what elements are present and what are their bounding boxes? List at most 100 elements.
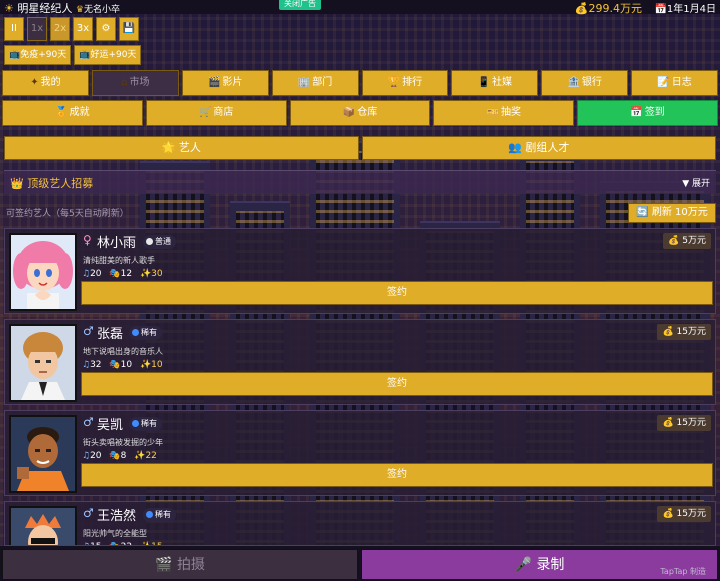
avatar (9, 324, 77, 402)
rarity-dot (146, 511, 153, 518)
nav-checkin[interactable]: 📅 签到 (577, 100, 718, 126)
speed-2x-button[interactable]: 2x (50, 17, 70, 41)
acting-icon: 🎭 (109, 269, 121, 279)
section-title: 👑 顶级艺人招募 (10, 177, 94, 190)
recruit-section-header[interactable]: 👑 顶级艺人招募 ▼ 展开 (4, 170, 716, 194)
tab-artists[interactable]: 🌟 艺人 (4, 136, 359, 160)
building-icon: 🏢 (297, 77, 311, 88)
nav-films[interactable]: 🎬 影片 (181, 70, 269, 96)
artist-portrait-icon (17, 427, 69, 491)
charm-icon: ✨ (139, 360, 152, 370)
crown-icon: 👑 (10, 177, 24, 190)
settings-gear-icon[interactable]: ⚙ (96, 17, 116, 41)
pause-button[interactable]: II (4, 17, 24, 41)
artist-card: ♂ 吴凯 稀有 💰 15万元 街头卖唱被发掘的少年 ♫20 🎭8 ✨22 签约 (4, 410, 716, 496)
bottom-action-bar: 🎬 拍摄 🎤 录制 TapTap 制造 (0, 546, 720, 581)
nav-warehouse[interactable]: 📦 仓库 (289, 100, 431, 126)
nav-log[interactable]: 📝 日志 (631, 70, 718, 96)
speed-1x-button[interactable]: 1x (27, 17, 47, 41)
title-text: 明星经纪人 (17, 2, 73, 15)
refresh-icon: 🔄 (636, 207, 649, 218)
artist-name: 王浩然 (97, 509, 137, 524)
speed-3x-button[interactable]: 3x (73, 17, 93, 41)
charm-icon: ✨ (139, 269, 152, 279)
artist-description: 街头卖唱被发掘的少年 (83, 438, 163, 447)
music-icon: ♫ (82, 360, 91, 370)
buff-immunity[interactable]: 📺免疫+90天 (4, 45, 72, 65)
price-tag: 💰 15万元 (657, 324, 711, 340)
avatar (9, 415, 77, 493)
rarity-badge: 稀有 (129, 326, 162, 340)
home-icon: ⌂ (121, 77, 128, 88)
artist-portrait-icon (25, 514, 61, 545)
gender-male-icon: ♂ (83, 415, 94, 429)
tab-crew[interactable]: 👥 剧组人才 (361, 136, 716, 160)
people-icon: 👥 (508, 141, 522, 154)
sun-icon: ☀ (4, 2, 14, 15)
nav-market[interactable]: ⌂ 市场 (91, 70, 179, 96)
gender-male-icon: ♂ (83, 324, 94, 338)
nav-lottery[interactable]: 🎫 抽奖 (433, 100, 575, 126)
nav-achievements[interactable]: 🏅 成就 (2, 100, 143, 126)
artist-portrait-icon (21, 332, 65, 400)
gender-male-icon: ♂ (83, 506, 94, 520)
artist-name: 林小雨 (97, 236, 137, 251)
rarity-dot (132, 329, 139, 336)
artist-stats: ♫20 🎭12 ✨30 (82, 269, 163, 279)
acting-icon: 🎭 (109, 451, 121, 461)
nav-bank[interactable]: 🏦 银行 (541, 70, 629, 96)
artist-description: 阳光帅气的全能型 (83, 529, 147, 538)
artist-description: 地下说唱出身的音乐人 (83, 347, 163, 356)
artist-card: ♂ 王浩然 稀有 💰 15万元 阳光帅气的全能型 ♫15 🎭22 ✨15 (4, 501, 716, 546)
artist-stats: ♫32 🎭10 ✨10 (82, 360, 163, 370)
rarity-badge: 稀有 (143, 508, 176, 522)
main-nav: ✦ 我的 ⌂ 市场 🎬 影片 🏢 部门 🏆 排行 📱 社媒 🏦 银行 📝 日志 (2, 70, 718, 96)
nav-departments[interactable]: 🏢 部门 (271, 70, 359, 96)
music-icon: ♫ (82, 451, 91, 461)
log-icon: 📝 (657, 77, 670, 88)
money-display: 💰299.4万元 (574, 2, 642, 15)
price-tag: 💰 5万元 (663, 233, 711, 249)
close-ad-button[interactable]: 关闭广告 (279, 0, 321, 10)
taptap-watermark: TapTap 制造 (660, 567, 706, 576)
acting-icon: 🎭 (109, 360, 121, 370)
charm-icon: ✨ (134, 451, 146, 461)
film-button[interactable]: 🎬 拍摄 (2, 549, 358, 580)
gender-female-icon: ♀ (83, 233, 92, 247)
rarity-dot (146, 238, 153, 245)
phone-icon: 📱 (477, 77, 491, 88)
sign-button[interactable]: 签约 (81, 281, 713, 305)
nav-ranking[interactable]: 🏆 排行 (361, 70, 449, 96)
secondary-nav: 🏅 成就 🛒 商店 📦 仓库 🎫 抽奖 📅 签到 (2, 100, 718, 126)
refresh-hint: 可签约艺人（每5天自动刷新） (6, 209, 129, 219)
save-icon[interactable]: 💾 (119, 17, 139, 41)
artist-name: 张磊 (97, 327, 124, 342)
artist-description: 清纯甜美的新人歌手 (83, 256, 155, 265)
artist-name: 吴凯 (97, 418, 124, 433)
nav-mine[interactable]: ✦ 我的 (2, 70, 89, 96)
microphone-icon: 🎤 (514, 557, 532, 573)
ticket-icon: 🎫 (486, 107, 500, 118)
rarity-badge: 普通 (143, 235, 176, 249)
buff-luck[interactable]: 📺好运+90天 (74, 45, 142, 65)
tv-icon: 📺 (79, 50, 91, 60)
artist-card: ♂ 张磊 稀有 💰 15万元 地下说唱出身的音乐人 ♫32 🎭10 ✨10 签约 (4, 319, 716, 405)
artist-stats: ♫20 🎭8 ✨22 (82, 451, 157, 461)
sign-button[interactable]: 签约 (81, 372, 713, 396)
sign-button[interactable]: 签约 (81, 463, 713, 487)
nav-shop[interactable]: 🛒 商店 (145, 100, 287, 126)
money-bag-icon: 💰 (662, 327, 674, 337)
expand-toggle[interactable]: ▼ 展开 (682, 176, 710, 189)
talent-tabs: 🌟 艺人 👥 剧组人才 (4, 136, 716, 160)
nav-social[interactable]: 📱 社媒 (451, 70, 539, 96)
artist-card: ♀ 林小雨 普通 💰 5万元 清纯甜美的新人歌手 ♫20 🎭12 ✨30 签约 (4, 228, 716, 314)
trophy-icon: 🏆 (387, 77, 401, 88)
avatar (9, 506, 77, 545)
price-tag: 💰 15万元 (657, 415, 711, 431)
calendar-icon: 📅 (630, 107, 643, 118)
money-bag-icon: 💰 (668, 236, 680, 246)
refresh-button[interactable]: 🔄 刷新 10万元 (628, 203, 716, 223)
calendar-icon: 📅 (654, 4, 667, 15)
rank-label: ♛无名小卒 (75, 5, 120, 15)
date-display: 📅1年1月4日 (654, 4, 716, 15)
